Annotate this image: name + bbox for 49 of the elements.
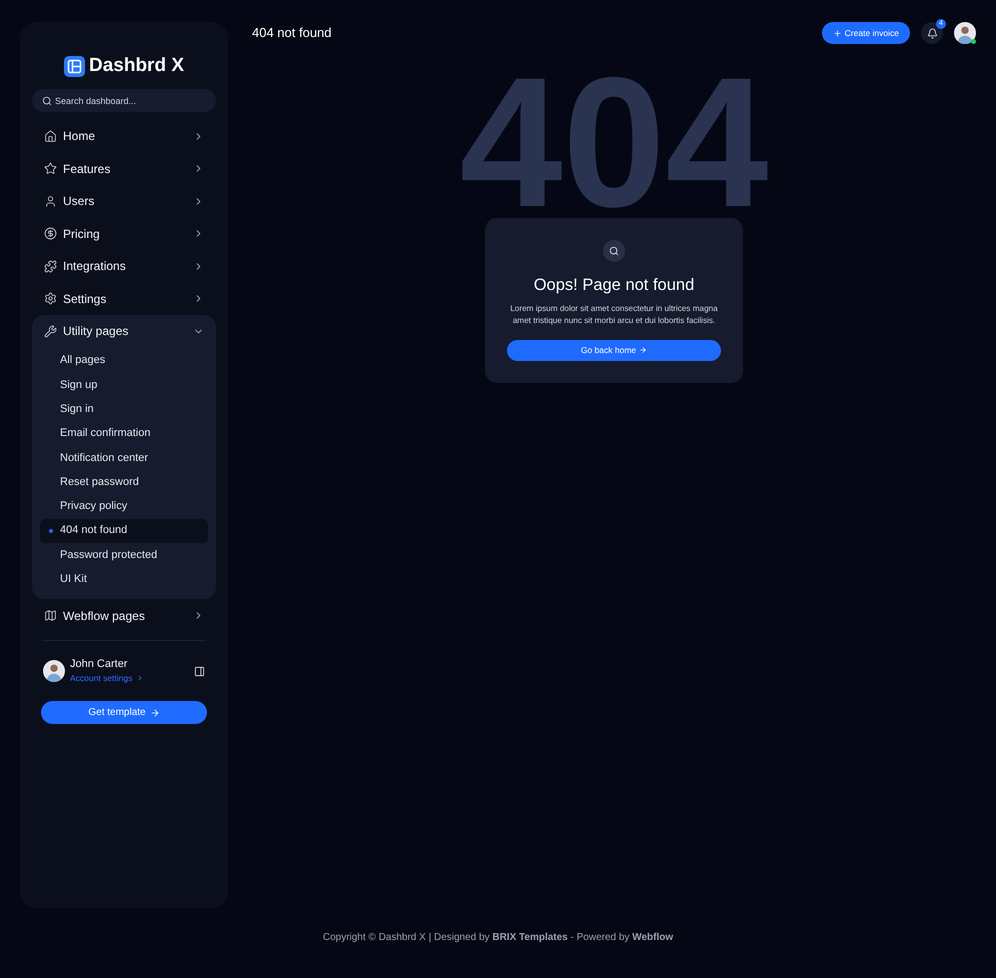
nav-item[interactable]: Integrations (32, 250, 216, 282)
arrow-icon (639, 346, 648, 354)
submenu-item[interactable]: Sign in (40, 397, 208, 422)
logo-text: Dashbrd X (88, 54, 184, 78)
nav-item[interactable]: Pricing (32, 218, 216, 250)
submenu-item[interactable]: Sign up (40, 372, 208, 398)
error-title: Oops! Page not found (534, 275, 694, 296)
logo-icon (64, 56, 85, 76)
nav-item[interactable]: Features (32, 152, 216, 185)
arrow-icon (150, 708, 160, 718)
nav-item[interactable]: Home (32, 120, 216, 152)
map-icon (44, 609, 57, 622)
get-template-button[interactable]: Get template (41, 701, 207, 724)
nav-item[interactable]: Users (32, 185, 216, 218)
submenu-item[interactable]: Privacy policy (40, 494, 208, 519)
submenu-item[interactable]: Email confirmation (40, 421, 208, 446)
user-icon (44, 194, 57, 208)
panel-icon (194, 666, 205, 677)
plus-icon (832, 28, 842, 38)
backdrop-text: 404 (458, 75, 770, 212)
nav-item[interactable]: Settings (32, 282, 216, 315)
page-title: 404 not found (252, 24, 333, 42)
search-field[interactable]: Search dashboard... (32, 89, 216, 112)
submenu-item[interactable]: Reset password (40, 470, 208, 494)
nav-item[interactable]: Webflow pages (32, 599, 216, 632)
nav-item[interactable]: Utility pages (32, 315, 216, 348)
create-invoice-button[interactable]: Create invoice (822, 22, 910, 44)
search-icon (42, 96, 52, 106)
dollar-icon (44, 227, 57, 240)
star-icon (44, 162, 57, 176)
settings-icon (44, 292, 57, 306)
submenu-item[interactable]: Password protected (40, 542, 208, 568)
submenu-item[interactable]: 404 not found (40, 518, 208, 543)
bell-icon (926, 28, 938, 38)
wrench-icon (44, 324, 57, 338)
submenu-item[interactable]: All pages (40, 348, 208, 373)
submenu-item[interactable]: Notification center (40, 446, 208, 470)
footer-text: Copyright © Dashbrd X | Designed by BRIX Templates - Powered by Webflow (322, 931, 674, 945)
puzzle-icon (44, 260, 57, 273)
user-avatar (43, 660, 65, 682)
error-description: Lorem ipsum dolor sit amet consectetur in ultrices magna amet tristique nunc sit morbi arcu et dui lobortis facilisis. (509, 302, 719, 327)
search-bubble-icon (603, 240, 625, 262)
home-icon (44, 130, 57, 143)
online-status-icon (971, 39, 976, 44)
account-settings-link[interactable]: Account settings (70, 672, 189, 684)
user-name: John Carter (70, 658, 128, 672)
go-back-home-button[interactable]: Go back home (507, 340, 721, 361)
profile-avatar (954, 22, 976, 44)
submenu-item[interactable]: UI Kit (40, 567, 208, 592)
